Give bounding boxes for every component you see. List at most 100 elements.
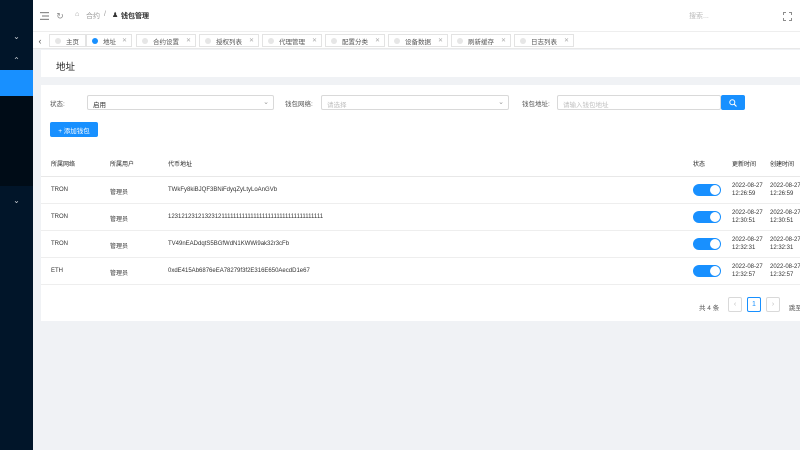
tab-dot-icon — [394, 37, 400, 44]
tab-agent-management[interactable]: 代理管理 ✕ — [262, 34, 322, 47]
tab-address[interactable]: 地址 ✕ — [86, 34, 132, 47]
menu-icon[interactable] — [38, 10, 50, 22]
tab-label: 设备数据 — [405, 38, 431, 46]
tab-device-data[interactable]: 设备数据 ✕ — [388, 34, 448, 47]
tab-dot-icon — [55, 37, 61, 44]
sidebar-item-active[interactable] — [0, 70, 33, 96]
address-input-placeholder: 请输入钱包地址 — [563, 102, 609, 109]
cell-address: 1231212312132312111111111111111111111111… — [168, 214, 324, 220]
tab-label: 合约设置 — [153, 38, 179, 46]
tab-config-category[interactable]: 配置分类 ✕ — [325, 34, 385, 47]
tab-label: 地址 — [103, 38, 116, 46]
top-header: ↻ ⌂ 合约 / ♟ 钱包管理 搜索... — [33, 0, 800, 32]
fullscreen-icon[interactable] — [781, 10, 793, 22]
cell-user: 管理员 — [110, 244, 129, 250]
column-header-address: 代币地址 — [168, 162, 193, 168]
add-wallet-button[interactable]: + 添加钱包 — [50, 122, 98, 137]
tab-dot-icon — [331, 37, 337, 44]
cell-user: 管理员 — [110, 190, 129, 196]
breadcrumb-current: 钱包管理 — [121, 13, 149, 20]
network-filter-label: 钱包网络: — [285, 101, 313, 108]
pagination-prev-chevron-left-icon[interactable]: ‹ — [728, 297, 742, 312]
chevron-down-icon: ⌄ — [498, 99, 504, 106]
cell-updated-time: 12:32:31 — [732, 245, 756, 251]
chevron-down-icon: ⌄ — [263, 99, 269, 106]
breadcrumb-home-icon: ⌂ — [75, 11, 80, 18]
cell-user: 管理员 — [110, 271, 129, 277]
status-toggle[interactable] — [693, 265, 721, 277]
sidebar-group-1-chevron-down-icon[interactable]: ⌄ — [0, 24, 33, 48]
breadcrumb-item[interactable]: 合约 — [86, 11, 100, 21]
tab-dot-icon — [142, 37, 148, 44]
table-row[interactable]: ETH 管理员 0xdE415Ab6876eEA78279f3f2E316E65… — [41, 258, 800, 285]
close-icon[interactable]: ✕ — [312, 37, 317, 44]
column-header-updated: 更新时间 — [732, 162, 757, 168]
status-toggle[interactable] — [693, 211, 721, 223]
cell-address: TWkFy8kiBJQF3BNiFdyqZyLtyLoAnGVb — [168, 187, 278, 193]
page-title: 地址 — [56, 62, 76, 73]
cell-user: 管理员 — [110, 217, 129, 223]
close-icon[interactable]: ✕ — [501, 37, 506, 44]
cell-updated-time: 12:30:51 — [732, 218, 756, 224]
tab-dot-icon — [268, 37, 274, 44]
close-icon[interactable]: ✕ — [186, 37, 191, 44]
tab-label: 代理管理 — [279, 38, 305, 46]
column-header-status: 状态 — [693, 162, 706, 168]
status-filter-label: 状态: — [50, 101, 65, 108]
tab-dot-icon — [457, 37, 463, 44]
refresh-icon[interactable]: ↻ — [54, 10, 66, 22]
status-select[interactable]: 启用 ⌄ — [87, 95, 274, 110]
tab-contract-settings[interactable]: 合约设置 ✕ — [136, 34, 196, 47]
cell-network: TRON — [51, 214, 68, 220]
cell-network: TRON — [51, 187, 68, 193]
cell-created-time: 12:26:59 — [770, 191, 794, 197]
close-icon[interactable]: ✕ — [438, 37, 443, 44]
tab-label: 授权列表 — [216, 38, 242, 46]
cell-network: TRON — [51, 241, 68, 247]
tabs-scroll-left-icon[interactable]: ‹ — [34, 34, 46, 47]
tab-home[interactable]: 主页 — [49, 34, 86, 47]
sidebar-group-3-chevron-down-icon[interactable]: ⌄ — [0, 188, 33, 212]
cell-updated-time: 12:32:57 — [732, 272, 756, 278]
breadcrumb-current-icon: ♟ — [112, 12, 119, 19]
header-search[interactable]: 搜索... — [689, 11, 709, 21]
address-filter-label: 钱包地址: — [522, 101, 550, 108]
pagination-page-1[interactable]: 1 — [747, 297, 761, 312]
sidebar-submenu — [0, 96, 33, 186]
cell-address: TV49nEADdqtS5BGfWdN1KWWi9ak32r3cFb — [168, 241, 290, 247]
close-icon[interactable]: ✕ — [249, 37, 254, 44]
sidebar-group-2-chevron-up-icon[interactable]: ⌃ — [0, 48, 33, 72]
cell-created-time: 12:30:51 — [770, 218, 794, 224]
main-card: 状态: 启用 ⌄ 钱包网络: 请选择 ⌄ 钱包地址: 请输入钱包地址 + 添加钱… — [41, 85, 800, 321]
pagination-total: 共 4 条 — [699, 305, 720, 312]
close-icon[interactable]: ✕ — [564, 37, 569, 44]
breadcrumb-separator: / — [104, 11, 106, 18]
table-row[interactable]: TRON 管理员 TWkFy8kiBJQF3BNiFdyqZyLtyLoAnGV… — [41, 177, 800, 204]
tab-label: 配置分类 — [342, 38, 368, 46]
network-select[interactable]: 请选择 ⌄ — [321, 95, 509, 110]
status-select-value: 启用 — [93, 102, 106, 109]
status-toggle[interactable] — [693, 184, 721, 196]
sidebar: ⌄ ⌃ ⌄ — [0, 0, 33, 450]
close-icon[interactable]: ✕ — [375, 37, 380, 44]
tab-label: 刷新缓存 — [468, 38, 494, 46]
cell-created-time: 12:32:31 — [770, 245, 794, 251]
tab-label: 主页 — [66, 38, 79, 46]
page-header: 地址 — [41, 50, 800, 77]
tab-refresh-cache[interactable]: 刷新缓存 ✕ — [451, 34, 511, 47]
address-input[interactable]: 请输入钱包地址 — [557, 95, 721, 110]
tab-dot-icon — [92, 37, 98, 44]
table-row[interactable]: TRON 管理员 1231212312132312111111111111111… — [41, 204, 800, 231]
tab-log-list[interactable]: 日志列表 ✕ — [514, 34, 574, 47]
tab-dot-icon — [205, 37, 211, 44]
tab-auth-list[interactable]: 授权列表 ✕ — [199, 34, 259, 47]
status-toggle[interactable] — [693, 238, 721, 250]
search-icon — [729, 98, 737, 107]
column-header-user: 所属用户 — [110, 162, 135, 168]
cell-network: ETH — [51, 268, 63, 274]
cell-address: 0xdE415Ab6876eEA78279f3f2E316E650AecdD1e… — [168, 268, 310, 274]
search-button[interactable] — [721, 95, 745, 110]
table-row[interactable]: TRON 管理员 TV49nEADdqtS5BGfWdN1KWWi9ak32r3… — [41, 231, 800, 258]
close-icon[interactable]: ✕ — [122, 37, 127, 44]
pagination-next-chevron-right-icon[interactable]: › — [766, 297, 780, 312]
